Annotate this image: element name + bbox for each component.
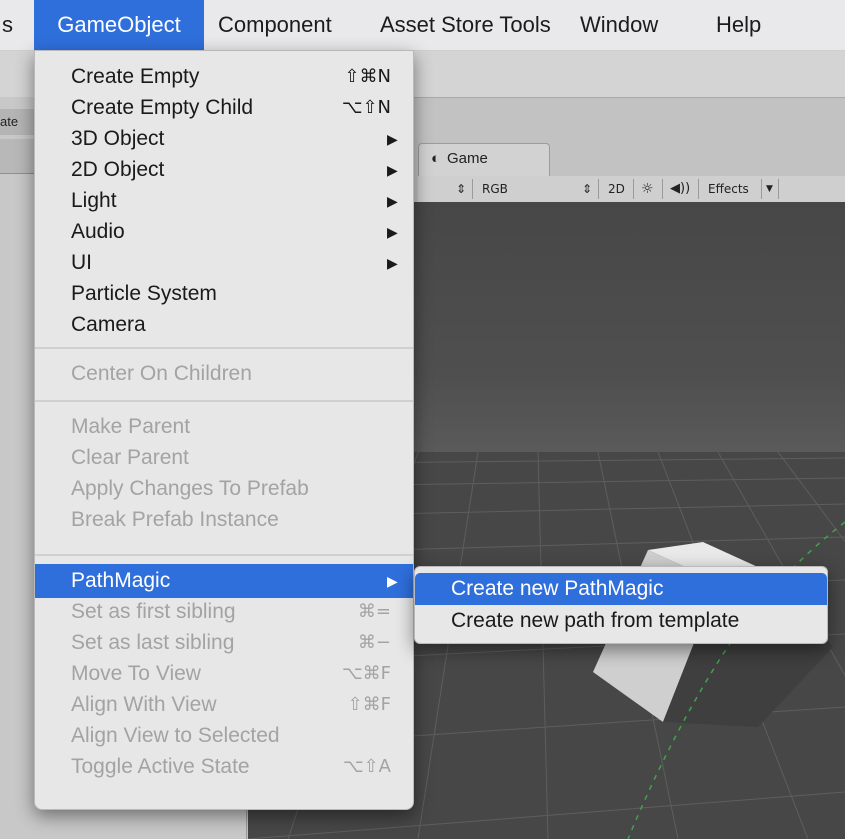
menu-item-shortcut: ⇧⌘N	[344, 66, 391, 87]
game-tab-label: Game	[447, 150, 488, 167]
menu-item-label: UI	[71, 251, 92, 274]
menu-item-audio[interactable]: Audio ▶	[35, 215, 413, 249]
gameobject-menu: Create Empty ⇧⌘N Create Empty Child ⌥⇧N 3D O…	[34, 50, 414, 810]
menu-item-label: Align With View	[71, 693, 217, 716]
menu-item-set-as-last-sibling: Set as last sibling ⌘−	[35, 626, 413, 660]
submenu-arrow-icon: ▶	[387, 162, 398, 178]
menu-item-label: Apply Changes To Prefab	[71, 477, 309, 500]
menu-separator	[35, 400, 413, 402]
lighting-toggle-icon[interactable]: ☼	[641, 176, 654, 202]
menu-item-shortcut: ⌥⇧A	[342, 756, 391, 777]
menu-item-clear-parent: Clear Parent	[35, 441, 413, 475]
menubar-item-asset-store-tools[interactable]: Asset Store Tools	[380, 0, 551, 50]
menu-item-label: Toggle Active State	[71, 755, 250, 778]
menu-item-camera[interactable]: Camera	[35, 308, 413, 342]
menu-item-align-with-view: Align With View ⇧⌘F	[35, 688, 413, 722]
menu-item-pathmagic[interactable]: PathMagic ▶	[35, 564, 413, 598]
menubar-item-help[interactable]: Help	[716, 0, 761, 50]
menu-item-label: Set as last sibling	[71, 631, 235, 654]
menubar-item-component[interactable]: Component	[218, 0, 332, 50]
menu-item-create-empty[interactable]: Create Empty ⇧⌘N	[35, 60, 413, 94]
game-view-toolbar: ⇕ RGB ⇕ 2D ☼ ◀)) Effects ▼	[418, 176, 845, 203]
color-mode-arrows-icon[interactable]: ⇕	[582, 176, 592, 202]
menu-item-shortcut: ⌥⇧N	[341, 97, 391, 118]
menu-item-particle-system[interactable]: Particle System	[35, 277, 413, 311]
submenu-arrow-icon: ▶	[387, 573, 398, 589]
menu-item-toggle-active-state: Toggle Active State ⌥⇧A	[35, 750, 413, 784]
left-panel-tab[interactable]: ate	[0, 109, 36, 135]
menu-item-label: Align View to Selected	[71, 724, 280, 747]
menu-item-label: Break Prefab Instance	[71, 508, 279, 531]
menubar-item-gameobject[interactable]: GameObject	[34, 0, 204, 50]
menu-item-shortcut: ⌥⌘F	[341, 663, 391, 684]
menu-item-label: Make Parent	[71, 415, 191, 438]
menu-item-create-empty-child[interactable]: Create Empty Child ⌥⇧N	[35, 91, 413, 125]
menu-item-3d-object[interactable]: 3D Object ▶	[35, 122, 413, 156]
menu-item-create-new-path-from-template[interactable]: Create new path from template	[415, 605, 827, 637]
menu-item-set-as-first-sibling: Set as first sibling ⌘=	[35, 595, 413, 629]
menu-item-label: Create Empty Child	[71, 96, 254, 119]
menu-item-label: Clear Parent	[71, 446, 189, 469]
menu-item-make-parent: Make Parent	[35, 410, 413, 444]
menu-item-label: 3D Object	[71, 127, 165, 150]
submenu-arrow-icon: ▶	[387, 255, 398, 271]
menu-item-label: Particle System	[71, 282, 217, 305]
menu-item-align-view-to-selected: Align View to Selected	[35, 719, 413, 753]
submenu-arrow-icon: ▶	[387, 131, 398, 147]
submenu-arrow-icon: ▶	[387, 193, 398, 209]
menu-item-label: Move To View	[71, 662, 201, 685]
submenu-arrow-icon: ▶	[387, 224, 398, 240]
effects-dropdown[interactable]: Effects	[708, 176, 749, 202]
menu-item-label: PathMagic	[71, 569, 171, 592]
menu-item-shortcut: ⌘=	[357, 601, 391, 622]
menu-separator	[35, 554, 413, 556]
menu-item-shortcut: ⌘−	[357, 632, 391, 653]
menu-item-label: Camera	[71, 313, 146, 336]
tab-game[interactable]: ◐ Game	[418, 143, 550, 177]
menubar: s GameObject Component Asset Store Tools…	[0, 0, 845, 51]
color-mode-dropdown[interactable]: RGB	[482, 176, 508, 202]
menu-item-label: 2D Object	[71, 158, 165, 181]
pathmagic-submenu: Create new PathMagic Create new path fro…	[414, 566, 828, 644]
menu-item-apply-changes-to-prefab: Apply Changes To Prefab	[35, 472, 413, 506]
game-controller-icon: ◐	[431, 150, 441, 167]
menu-item-label: Audio	[71, 220, 125, 243]
menu-item-label: Set as first sibling	[71, 600, 236, 623]
menu-item-break-prefab-instance: Break Prefab Instance	[35, 503, 413, 537]
menu-item-move-to-view: Move To View ⌥⌘F	[35, 657, 413, 691]
audio-toggle-icon[interactable]: ◀))	[670, 176, 690, 202]
menu-separator	[35, 347, 413, 349]
menu-item-label: Light	[71, 189, 117, 212]
menubar-item-assets[interactable]: s	[0, 0, 28, 50]
display-dropdown-arrows-icon[interactable]: ⇕	[456, 176, 466, 202]
menu-item-ui[interactable]: UI ▶	[35, 246, 413, 280]
effects-dropdown-arrow-icon[interactable]: ▼	[766, 176, 773, 202]
menu-item-label: Create Empty	[71, 65, 200, 88]
menu-item-shortcut: ⇧⌘F	[347, 694, 391, 715]
menu-item-label: Center On Children	[71, 362, 252, 385]
menu-item-light[interactable]: Light ▶	[35, 184, 413, 218]
menu-item-center-on-children: Center On Children	[35, 357, 413, 391]
menubar-item-window[interactable]: Window	[580, 0, 658, 50]
menu-item-2d-object[interactable]: 2D Object ▶	[35, 153, 413, 187]
menu-item-create-new-pathmagic[interactable]: Create new PathMagic	[415, 573, 827, 605]
2d-toggle-button[interactable]: 2D	[608, 176, 625, 202]
